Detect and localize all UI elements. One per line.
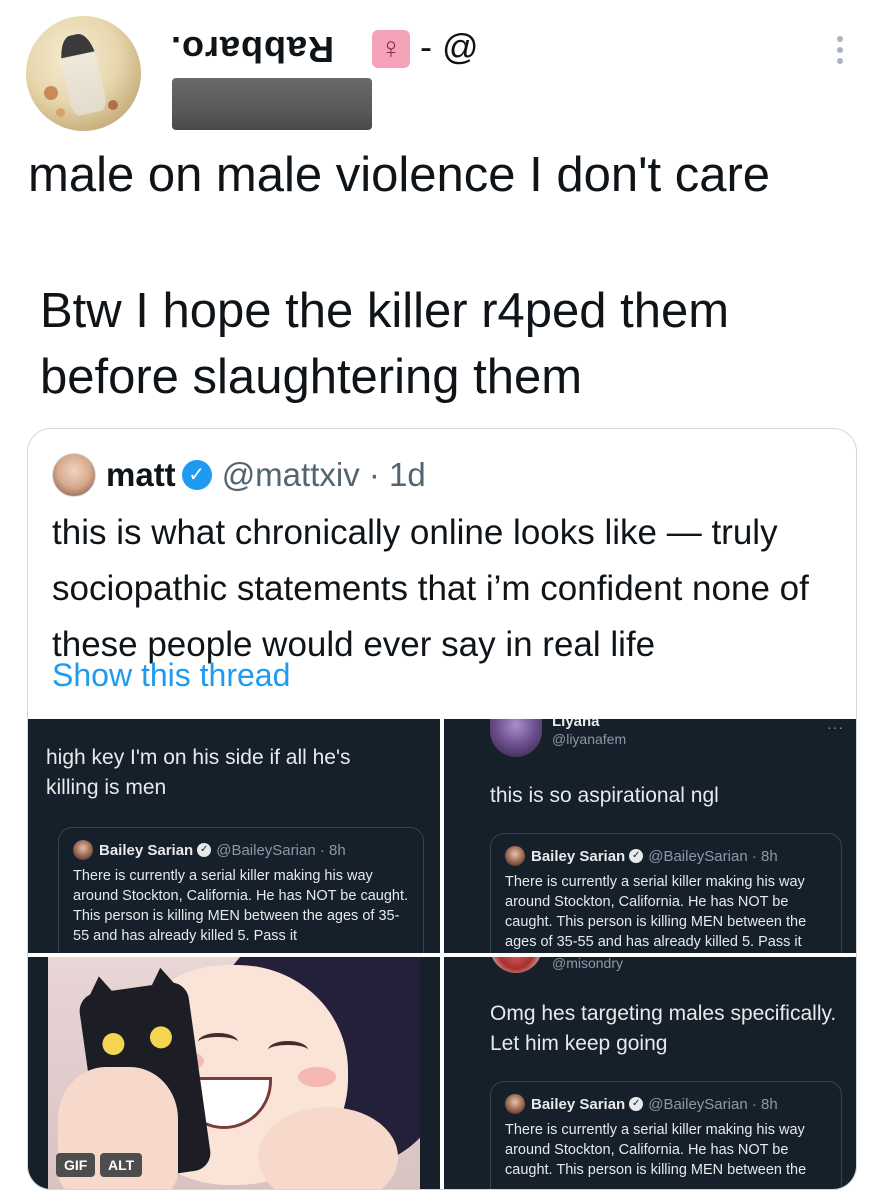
embedded-avatar	[73, 840, 93, 860]
embedded-name: Bailey Sarian	[531, 847, 626, 865]
venus-emoji-icon: ♀	[372, 30, 410, 68]
gif-panel[interactable]: GIF ALT	[28, 957, 440, 1189]
author-display-name[interactable]: Rabbaro.	[170, 28, 334, 70]
avatar-flower	[108, 100, 118, 110]
more-options-icon: ···	[827, 719, 844, 735]
embedded-tweet: Bailey Sarian ✓ @BaileySarian · 8h There…	[490, 833, 842, 953]
embedded-tweet: Bailey Sarian ✓ @BaileySarian · 8h There…	[58, 827, 424, 953]
avatar-figure	[56, 31, 108, 117]
tweet-line-1: male on male violence I don't care	[28, 148, 771, 202]
reply-text: high key I'm on his side if all he's kil…	[46, 746, 351, 799]
embedded-avatar	[505, 846, 525, 866]
redacted-handle	[172, 78, 372, 130]
embedded-text: There is currently a serial killer makin…	[73, 868, 409, 944]
embedded-handle-time: @BaileySarian · 8h	[648, 1095, 778, 1113]
verified-badge-icon: ✓	[197, 843, 212, 857]
quoted-tweet-header: matt ✓ @mattxiv · 1d	[52, 449, 426, 501]
embedded-handle-time: @BaileySarian · 8h	[216, 841, 346, 859]
liyana-name: Liyana	[552, 719, 600, 730]
liyana-avatar	[490, 719, 542, 757]
screenshot-panel-2[interactable]: Liyana @liyanafem ··· this is so aspirat…	[444, 719, 856, 953]
embedded-handle-time: @BaileySarian · 8h	[648, 847, 778, 865]
verified-badge-icon: ✓	[629, 1097, 644, 1111]
liyana-handle: @liyanafem	[552, 731, 627, 747]
gif-eye	[198, 1033, 238, 1051]
embedded-tweet: Bailey Sarian ✓ @BaileySarian · 8h There…	[490, 1081, 842, 1189]
misondry-avatar	[490, 957, 542, 973]
quoted-avatar[interactable]	[52, 453, 96, 497]
verified-badge-icon: ✓	[629, 849, 644, 863]
reply-text: Omg hes targeting males specifically. Le…	[490, 1002, 837, 1055]
quoted-author-name[interactable]: matt	[106, 456, 176, 494]
tweet-line-2: Btw I hope the killer r4ped them before …	[40, 284, 730, 404]
gif-cheek	[298, 1067, 336, 1087]
tweet-text: male on male violence I don't care Btw I…	[28, 142, 868, 410]
screenshot-panel-1[interactable]: high key I'm on his side if all he's kil…	[28, 719, 440, 953]
more-options-icon[interactable]	[832, 36, 848, 70]
verified-badge-icon: ✓	[181, 460, 212, 490]
quoted-tweet[interactable]: matt ✓ @mattxiv · 1d this is what chroni…	[27, 428, 857, 1190]
avatar-flower	[44, 86, 58, 100]
show-thread-link[interactable]: Show this thread	[52, 657, 290, 694]
embedded-name: Bailey Sarian	[531, 1095, 626, 1113]
misondry-handle: @misondry	[552, 957, 624, 971]
media-grid[interactable]: high key I'm on his side if all he's kil…	[28, 719, 856, 1189]
embedded-text: There is currently a serial killer makin…	[505, 874, 807, 950]
embedded-name: Bailey Sarian	[99, 841, 194, 859]
avatar-flower	[56, 108, 65, 117]
author-avatar[interactable]	[26, 16, 141, 131]
screenshot-panel-4[interactable]: @misondry Omg hes targeting males specif…	[444, 957, 856, 1189]
embedded-text: There is currently a serial killer makin…	[505, 1122, 807, 1178]
author-name-text: Rabbaro.	[170, 29, 335, 70]
gif-eye	[268, 1041, 308, 1059]
author-handle[interactable]: - @	[420, 26, 479, 68]
reply-text: this is so aspirational ngl	[490, 784, 719, 807]
embedded-avatar	[505, 1094, 525, 1114]
alt-badge[interactable]: ALT	[100, 1153, 143, 1177]
quoted-handle-time[interactable]: @mattxiv · 1d	[222, 456, 426, 494]
quoted-tweet-text: this is what chronically online looks li…	[52, 513, 809, 664]
gif-badge[interactable]: GIF	[56, 1153, 96, 1177]
